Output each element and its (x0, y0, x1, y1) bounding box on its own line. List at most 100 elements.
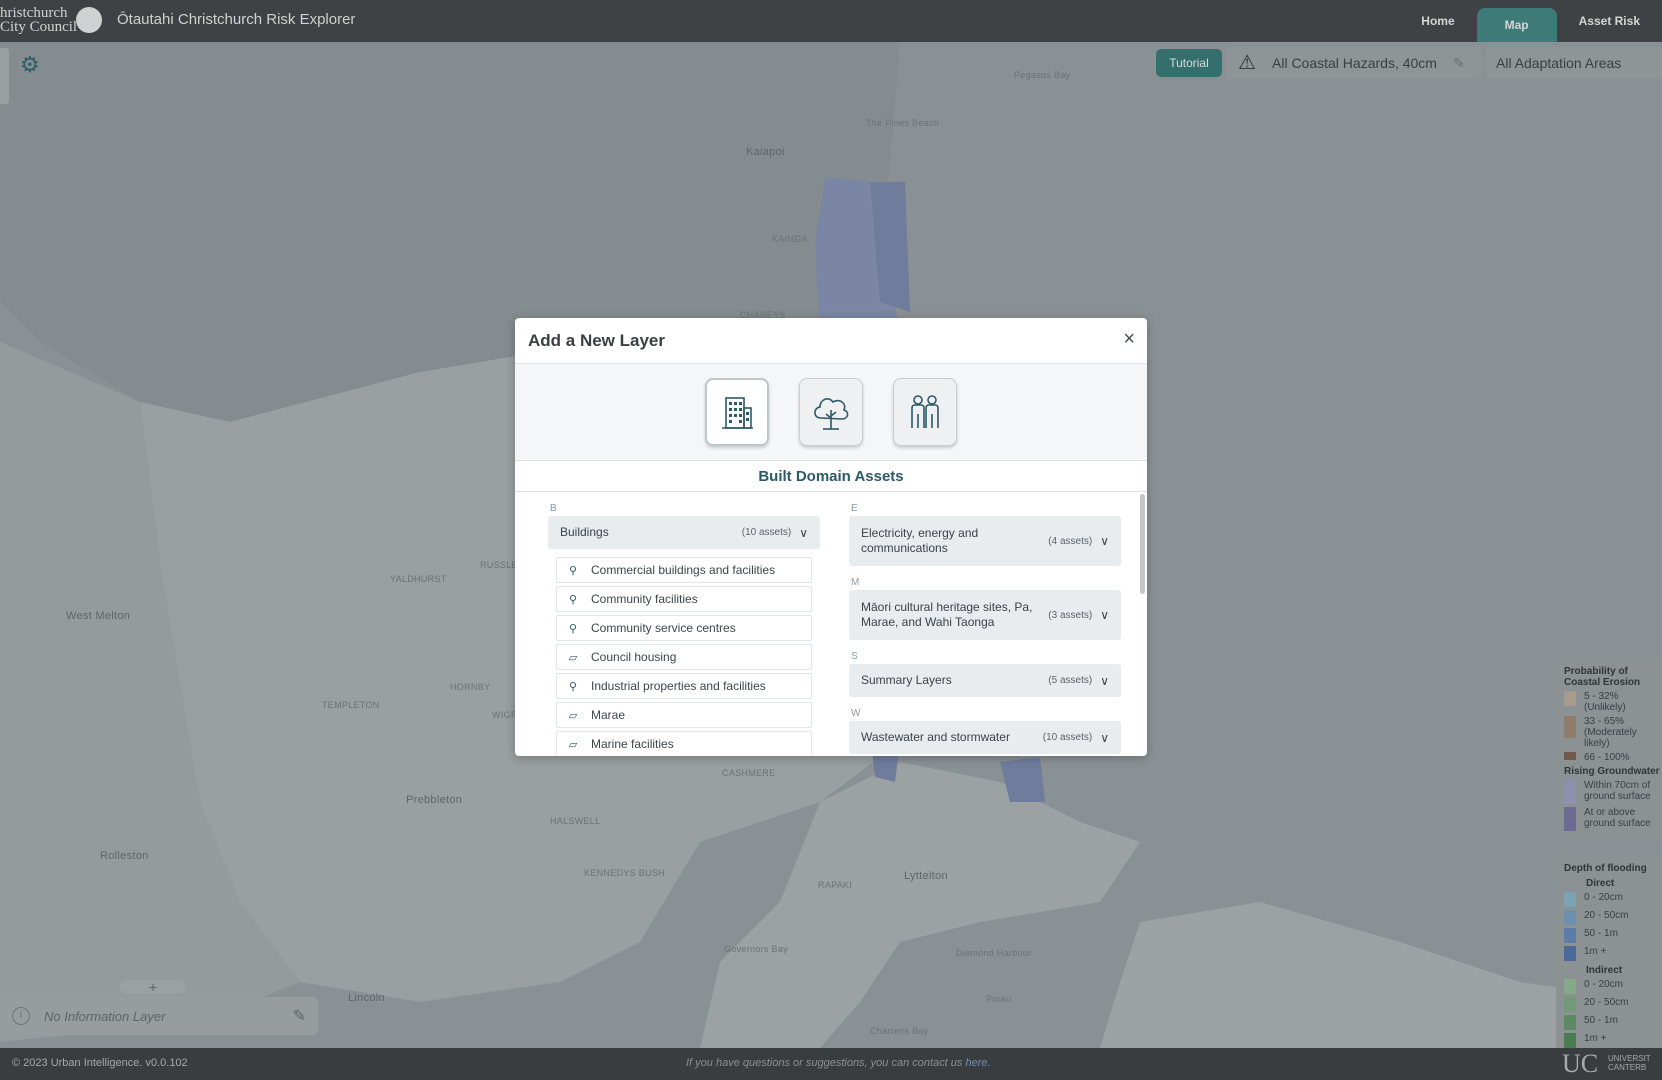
contact-message: If you have questions or suggestions, yo… (686, 1057, 963, 1069)
warning-icon: ⚠ (1238, 52, 1256, 74)
top-nav-bar: hristchurch City Council Ōtautahi Christ… (0, 0, 1662, 42)
modal-title: Add a New Layer (528, 330, 665, 350)
group-buildings[interactable]: Buildings (10 assets) ∨ (548, 516, 820, 549)
group-maori-heritage[interactable]: Māori cultural heritage sites, Pa, Marae… (849, 590, 1121, 640)
legend-label: 0 - 20cm (1584, 892, 1623, 903)
letter-heading: W (851, 708, 861, 719)
legend-depth-of-flooding: Depth of flooding Direct 0 - 20cm 20 - 5… (1556, 857, 1662, 1052)
asset-list-area[interactable]: B Buildings (10 assets) ∨ ⚲ Commercial b… (515, 492, 1147, 755)
domain-title: Built Domain Assets (515, 461, 1147, 492)
info-layer-text: No Information Layer (44, 1008, 166, 1024)
chevron-down-icon: ∨ (1100, 534, 1109, 548)
legend-swatch (1564, 979, 1576, 994)
legend-subtitle-direct: Direct (1586, 878, 1615, 889)
asset-label: Industrial properties and facilities (591, 679, 766, 693)
map-label: TEMPLETON (322, 700, 380, 710)
asset-label: Community service centres (591, 621, 736, 635)
asset-label: Marae (591, 708, 626, 722)
group-name: Māori cultural heritage sites, Pa, Marae… (861, 600, 1033, 629)
legend-swatch (1564, 1033, 1576, 1048)
asset-item[interactable]: ▱ Council housing (556, 644, 812, 670)
map-label: Lyttelton (904, 870, 948, 882)
chevron-down-icon: ∨ (1100, 730, 1109, 745)
tutorial-button[interactable]: Tutorial (1156, 49, 1222, 77)
asset-item[interactable]: ⚲ Industrial properties and facilities (556, 673, 812, 699)
asset-item[interactable]: ▱ Marae (556, 702, 812, 728)
legend-label: 50 - 1m (1584, 928, 1618, 939)
map-label: HALSWELL (550, 816, 601, 826)
side-panel-handle[interactable] (0, 48, 9, 104)
contact-text: If you have questions or suggestions, yo… (686, 1057, 991, 1069)
legend-label: Within 70cm of ground surface (1584, 780, 1651, 802)
contact-link[interactable]: here. (965, 1057, 990, 1069)
chevron-down-icon: ∨ (799, 525, 808, 540)
map-label: Charteris Bay (870, 1026, 929, 1036)
legend-swatch (1564, 716, 1576, 738)
gear-icon[interactable]: ⚙ (20, 54, 42, 76)
group-summary-layers[interactable]: Summary Layers (5 assets) ∨ (849, 664, 1121, 697)
main-nav: Home Map Asset Risk (1399, 0, 1662, 42)
nav-asset-risk[interactable]: Asset Risk (1557, 0, 1662, 42)
polygon-icon: ▱ (568, 738, 578, 751)
asset-label: Community facilities (591, 592, 698, 606)
map-label: Prebbleton (406, 794, 463, 806)
logo-text-line1: hristchurch (0, 5, 68, 21)
legend-item: 50 - 1m (1564, 928, 1662, 943)
uc-logo-line2: CANTERB (1608, 1063, 1647, 1072)
legend-item: 50 - 1m (1564, 1015, 1662, 1030)
group-electricity[interactable]: Electricity, energy and communications (… (849, 516, 1121, 566)
uc-logo-subtext: UNIVERSIT CANTERB (1608, 1054, 1651, 1072)
nav-map[interactable]: Map (1476, 8, 1557, 42)
legend-label: 50 - 1m (1584, 1015, 1618, 1026)
close-icon[interactable]: × (1123, 329, 1135, 349)
asset-label: Council housing (591, 650, 677, 664)
legend-label: At or above ground surface (1584, 807, 1651, 829)
map-label: West Melton (66, 610, 131, 622)
asset-label: Commercial buildings and facilities (591, 563, 776, 577)
legend-label: 33 - 65% (Moderately likely) (1584, 716, 1637, 749)
legend-swatch (1564, 1015, 1576, 1030)
asset-item[interactable]: ⚲ Community facilities (556, 586, 812, 612)
tree-icon (814, 398, 849, 430)
asset-item[interactable]: ⚲ Commercial buildings and facilities (556, 557, 812, 583)
logo-text: hristchurch City Council (0, 5, 78, 35)
info-layer-panel[interactable]: i No Information Layer ✎ (0, 997, 318, 1035)
legend-label: 20 - 50cm (1584, 997, 1629, 1008)
legend-label: 0 - 20cm (1584, 979, 1623, 990)
footer: © 2023 Urban Intelligence. v0.0.102 If y… (0, 1048, 1662, 1080)
letter-heading: S (851, 651, 858, 662)
legend-swatch (1564, 780, 1576, 804)
tab-human-domain[interactable] (893, 378, 957, 446)
council-logo[interactable]: hristchurch City Council (0, 4, 104, 38)
people-icon (911, 395, 939, 428)
edit-pencil-icon[interactable]: ✎ (293, 1006, 306, 1026)
map-label: Lincoln (348, 992, 385, 1004)
legend-swatch (1564, 997, 1576, 1012)
uc-logo-line1: UNIVERSIT (1608, 1054, 1651, 1063)
legend-item: 5 - 32% (Unlikely) (1564, 691, 1662, 713)
legend-item: 1m + (1564, 1033, 1662, 1048)
logo-text-line2: City Council (0, 19, 78, 35)
group-count: (3 assets) (1048, 609, 1093, 621)
add-info-layer-tab[interactable]: + (120, 980, 186, 994)
scrollbar[interactable] (1140, 494, 1145, 594)
adaptation-area-selector[interactable]: All Adaptation Areas (1486, 47, 1662, 79)
asset-item[interactable]: ⚲ Community service centres (556, 615, 812, 641)
letter-heading: E (851, 503, 858, 514)
group-wastewater[interactable]: Wastewater and stormwater (10 assets) ∨ (849, 721, 1121, 754)
group-count: (10 assets) (741, 527, 792, 538)
edit-pencil-icon[interactable]: ✎ (1453, 55, 1465, 72)
add-layer-modal: Add a New Layer × Built Domain Assets B … (515, 318, 1147, 756)
hazard-selector[interactable]: ⚠ All Coastal Hazards, 40cm ✎ (1226, 47, 1481, 79)
legend-label: 20 - 50cm (1584, 910, 1629, 921)
tab-natural-domain[interactable] (799, 378, 863, 446)
polygon-icon: ▱ (568, 651, 578, 664)
map-label: YALDHURST (390, 574, 447, 584)
legend-swatch (1564, 807, 1576, 831)
map-label: WIGR (492, 710, 518, 720)
tab-built-domain[interactable] (705, 378, 769, 446)
nav-home[interactable]: Home (1399, 0, 1476, 42)
legend-item: 0 - 20cm (1564, 979, 1662, 994)
asset-item[interactable]: ▱ Marine facilities (556, 731, 812, 755)
chevron-down-icon: ∨ (1100, 673, 1109, 688)
